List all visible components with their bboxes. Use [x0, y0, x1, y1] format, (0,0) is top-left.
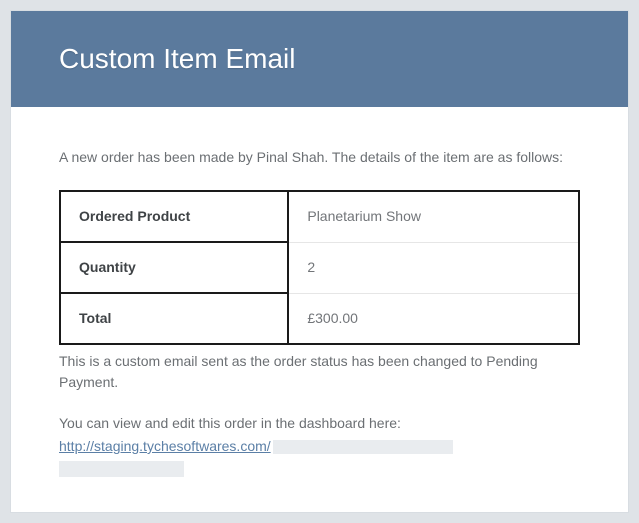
email-body: A new order has been made by Pinal Shah.…	[11, 107, 628, 501]
redacted-text	[273, 440, 453, 454]
email-container: Custom Item Email A new order has been m…	[10, 10, 629, 513]
order-details-table: Ordered Product Planetarium Show Quantit…	[59, 190, 580, 345]
email-title: Custom Item Email	[59, 43, 580, 75]
total-label: Total	[60, 293, 288, 344]
page-background: Custom Item Email A new order has been m…	[0, 0, 639, 523]
intro-text: A new order has been made by Pinal Shah.…	[59, 147, 580, 168]
total-value: £300.00	[288, 293, 579, 344]
status-note: This is a custom email sent as the order…	[59, 351, 580, 393]
table-row: Quantity 2	[60, 242, 579, 293]
email-header: Custom Item Email	[11, 11, 628, 107]
table-row: Total £300.00	[60, 293, 579, 344]
ordered-product-value: Planetarium Show	[288, 191, 579, 242]
view-prompt: You can view and edit this order in the …	[59, 413, 580, 434]
link-line: http://staging.tychesoftwares.com/	[59, 436, 580, 477]
quantity-value: 2	[288, 242, 579, 293]
ordered-product-label: Ordered Product	[60, 191, 288, 242]
quantity-label: Quantity	[60, 242, 288, 293]
redacted-text	[59, 461, 184, 477]
table-row: Ordered Product Planetarium Show	[60, 191, 579, 242]
dashboard-link[interactable]: http://staging.tychesoftwares.com/	[59, 438, 271, 454]
